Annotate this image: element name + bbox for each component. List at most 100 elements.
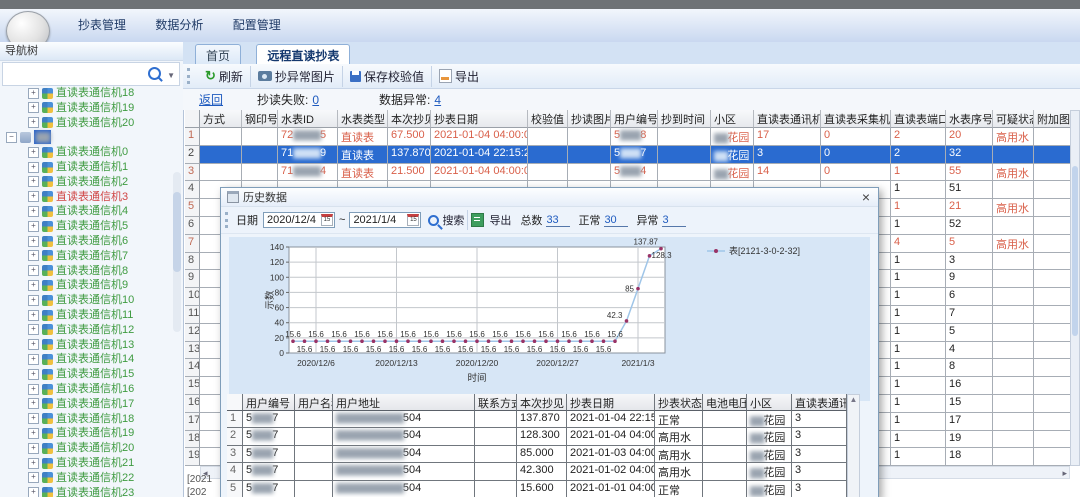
grid-header-cell[interactable]: 直读表通讯机	[754, 110, 821, 128]
refresh-button[interactable]: ↻ 刷新	[198, 66, 250, 87]
tree-expander[interactable]: +	[28, 413, 39, 424]
grid-vscroll-thumb[interactable]	[1072, 166, 1078, 336]
menu-item-meter-reading[interactable]: 抄表管理	[78, 9, 126, 42]
tree-item[interactable]: +直读表通信机1	[0, 160, 172, 175]
grid-header-cell[interactable]: 水表类型	[338, 110, 388, 128]
grid-header-cell[interactable]: 校验值	[528, 110, 568, 128]
export-button[interactable]: 导出	[431, 66, 486, 87]
table-row[interactable]: 172▇▇▇▇5直读表67.5002021-01-04 04:00:005▇▇▇…	[185, 128, 1080, 146]
tree-scrollbar-thumb[interactable]	[173, 192, 181, 272]
tree-expander[interactable]: +	[28, 339, 39, 350]
tree-expander[interactable]: +	[28, 176, 39, 187]
tree-expander[interactable]: +	[28, 162, 39, 173]
history-header-cell[interactable]: 用户地址	[333, 394, 475, 411]
table-row[interactable]: 15▇▇▇7▇▇▇▇▇▇▇▇▇▇504137.8702021-01-04 22:…	[227, 411, 847, 428]
tree-item[interactable]: +直读表通信机18	[0, 86, 172, 101]
calendar-icon[interactable]: 15	[321, 214, 333, 226]
tree-item[interactable]: +直读表通信机13	[0, 338, 172, 353]
tree-expander[interactable]: +	[28, 428, 39, 439]
tree-item[interactable]: +直读表通信机4	[0, 204, 172, 219]
save-check-value-button[interactable]: 保存校验值	[342, 66, 431, 87]
tree-expander[interactable]: +	[28, 88, 39, 99]
tree-item[interactable]: +直读表通信机18	[0, 412, 172, 427]
grid-header-cell[interactable]: 水表ID	[278, 110, 338, 128]
tree-item[interactable]: +直读表通信机8	[0, 264, 172, 279]
history-table-scrollbar[interactable]: ▲	[847, 394, 860, 497]
tree-item[interactable]: +直读表通信机7	[0, 249, 172, 264]
tree-item[interactable]: +直读表通信机2	[0, 175, 172, 190]
history-header-cell[interactable]: 电池电压	[703, 394, 747, 411]
tree-expander[interactable]: +	[28, 295, 39, 306]
tree-expander[interactable]: +	[28, 221, 39, 232]
tree-item[interactable]: +直读表通信机3	[0, 190, 172, 205]
tree-expander[interactable]: +	[28, 310, 39, 321]
tree-item[interactable]: +直读表通信机21	[0, 456, 172, 471]
abnormal-count-link[interactable]: 3	[662, 214, 686, 227]
tree-expander[interactable]: +	[28, 472, 39, 483]
tree-item[interactable]: +直读表通信机20	[0, 116, 172, 131]
grid-header-cell[interactable]: 抄读图片	[568, 110, 611, 128]
tree-expander[interactable]: +	[28, 487, 39, 497]
total-count-link[interactable]: 33	[546, 214, 570, 227]
tree-expander[interactable]: +	[28, 102, 39, 113]
grid-header-cell[interactable]: 可疑状态	[993, 110, 1034, 128]
tree-expander[interactable]: +	[28, 117, 39, 128]
sidebar-search-bar[interactable]: ▼	[2, 62, 180, 86]
menu-item-config[interactable]: 配置管理	[233, 9, 281, 42]
tree-expander[interactable]: +	[28, 324, 39, 335]
tree-item[interactable]: +直读表通信机20	[0, 441, 172, 456]
tree-item[interactable]: +直读表通信机19	[0, 101, 172, 116]
tree-item[interactable]: +直读表通信机10	[0, 293, 172, 308]
tree-item[interactable]: +直读表通信机12	[0, 323, 172, 338]
tree-expander[interactable]: +	[28, 280, 39, 291]
fail-count-link[interactable]: 0	[312, 93, 319, 107]
grid-header-cell[interactable]: 本次抄见	[388, 110, 431, 128]
tree-expander[interactable]: +	[28, 354, 39, 365]
tree-item[interactable]: +直读表通信机5	[0, 219, 172, 234]
tree-expander[interactable]: +	[28, 191, 39, 202]
grid-header-cell[interactable]: 水表序号	[946, 110, 993, 128]
history-header-cell[interactable]: 用户名称	[295, 394, 333, 411]
tree-item[interactable]: +直读表通信机16	[0, 382, 172, 397]
tree-item[interactable]: +直读表通信机23	[0, 486, 172, 497]
grid-header-cell[interactable]: 用户编号	[611, 110, 658, 128]
calendar-icon[interactable]: 15	[407, 214, 419, 226]
date-from-input[interactable]: 2020/12/4 15	[263, 212, 335, 228]
tree-item[interactable]: −▇▇	[0, 130, 172, 145]
grid-header-cell[interactable]: 直读表采集机	[821, 110, 891, 128]
tree-expander[interactable]: +	[28, 265, 39, 276]
table-row[interactable]: 45▇▇▇7▇▇▇▇▇▇▇▇▇▇50442.3002021-01-02 04:0…	[227, 463, 847, 480]
scroll-right-icon[interactable]: ▸	[1062, 468, 1067, 479]
table-row[interactable]: 371▇▇▇▇4直读表21.5002021-01-04 04:00:005▇▇▇…	[185, 164, 1080, 182]
date-to-input[interactable]: 2021/1/4 15	[349, 212, 421, 228]
tree-item[interactable]: +直读表通信机14	[0, 352, 172, 367]
menu-item-data-analysis[interactable]: 数据分析	[155, 9, 203, 42]
tree-expander[interactable]: +	[28, 384, 39, 395]
tree-item[interactable]: +直读表通信机17	[0, 397, 172, 412]
history-header-cell[interactable]: 联系方式	[475, 394, 517, 411]
tree-scrollbar[interactable]	[173, 172, 181, 332]
table-row[interactable]: 35▇▇▇7▇▇▇▇▇▇▇▇▇▇50485.0002021-01-03 04:0…	[227, 446, 847, 463]
grid-header-cell[interactable]: 抄到时间	[658, 110, 711, 128]
dialog-titlebar[interactable]: 历史数据 ×	[221, 188, 878, 207]
tree-expander[interactable]: +	[28, 236, 39, 247]
dialog-export-button[interactable]: 导出	[467, 210, 514, 230]
tree-item[interactable]: +直读表通信机6	[0, 234, 172, 249]
back-link[interactable]: 返回	[199, 91, 223, 108]
grid-header-cell[interactable]: 方式	[200, 110, 242, 128]
table-row[interactable]: 271▇▇▇▇9直读表137.8702021-01-04 22:15:255▇▇…	[185, 146, 1080, 164]
tree-item[interactable]: +直读表通信机9	[0, 278, 172, 293]
history-header-cell[interactable]: 直读表通讯机	[792, 394, 847, 411]
tree-item[interactable]: +直读表通信机0	[0, 145, 172, 160]
tree-expander[interactable]: +	[28, 443, 39, 454]
history-header-cell[interactable]: 抄表状态	[655, 394, 703, 411]
close-icon[interactable]: ×	[862, 189, 870, 205]
tree-expander[interactable]: +	[28, 458, 39, 469]
grid-header-cell[interactable]: 钢印号	[242, 110, 278, 128]
abnormal-count-link[interactable]: 4	[434, 93, 441, 107]
tree-item[interactable]: +直读表通信机11	[0, 308, 172, 323]
normal-count-link[interactable]: 30	[604, 214, 628, 227]
dialog-search-button[interactable]: 搜索	[425, 210, 467, 230]
history-header-cell[interactable]: 本次抄见	[517, 394, 567, 411]
history-header-cell[interactable]: 抄表日期	[567, 394, 655, 411]
